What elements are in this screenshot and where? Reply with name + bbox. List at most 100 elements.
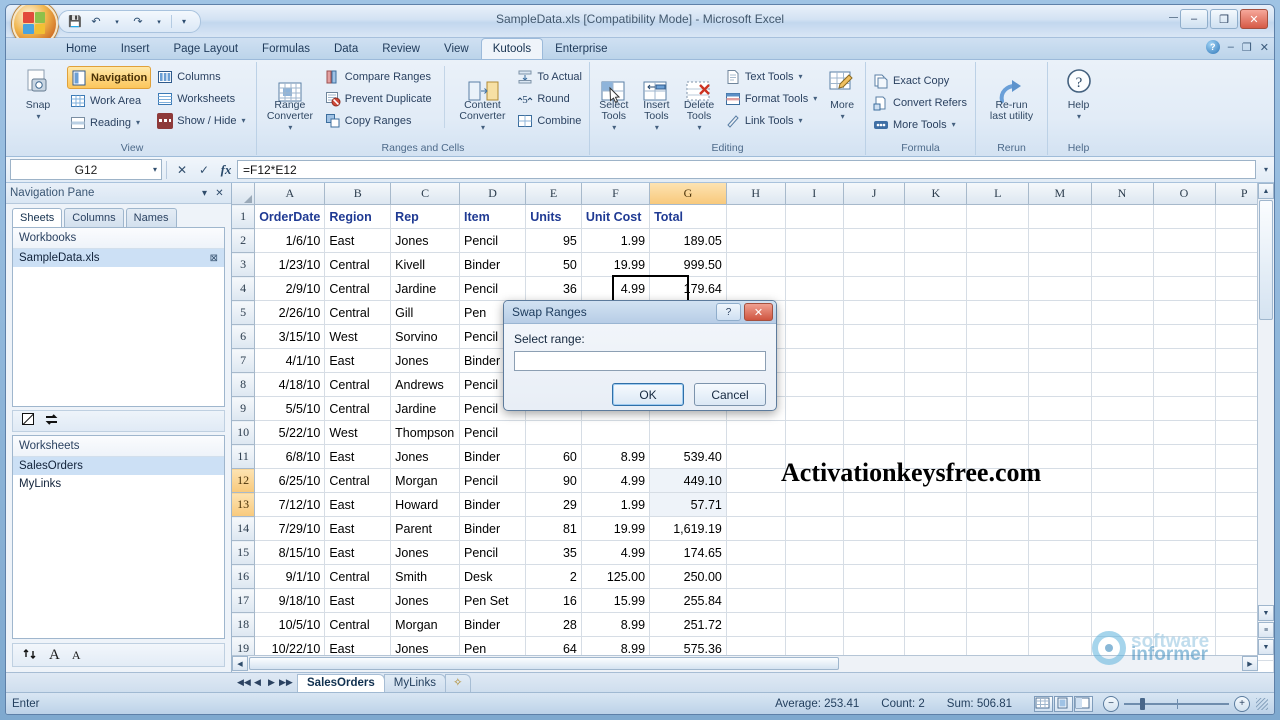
navigation-pane-menu-icon[interactable]: ▾ bbox=[197, 188, 212, 199]
cell-E17[interactable]: 16 bbox=[525, 588, 582, 613]
cell-N13[interactable] bbox=[1091, 492, 1154, 517]
combine-button[interactable]: Combine bbox=[514, 110, 585, 131]
column-header-n[interactable]: N bbox=[1091, 183, 1154, 205]
dialog-close-button[interactable]: ✕ bbox=[744, 303, 773, 321]
new-window-icon[interactable] bbox=[21, 412, 36, 430]
cell-J6[interactable] bbox=[843, 324, 906, 349]
cell-M7[interactable] bbox=[1028, 348, 1092, 373]
cell-N14[interactable] bbox=[1091, 516, 1154, 541]
cell-I9[interactable] bbox=[785, 396, 844, 421]
zoom-slider[interactable]: − + bbox=[1103, 695, 1250, 712]
text-tools-button[interactable]: Text Tools ▾ bbox=[722, 66, 820, 87]
cell-E1[interactable]: Units bbox=[525, 204, 582, 229]
cell-H10[interactable] bbox=[726, 420, 786, 445]
cell-I15[interactable] bbox=[785, 540, 844, 565]
insert-function-icon[interactable]: fx bbox=[215, 160, 237, 179]
row-header-4[interactable]: 4 bbox=[232, 276, 256, 301]
cell-G12[interactable]: 449.10 bbox=[649, 468, 727, 493]
spreadsheet-grid[interactable]: ABCDEFGHIJKLMNOP 1 OrderDate Region Rep Item… bbox=[232, 183, 1274, 672]
scroll-up-button[interactable]: ▲ bbox=[1258, 183, 1274, 199]
cell-H12[interactable] bbox=[726, 468, 786, 493]
cell-H4[interactable] bbox=[726, 276, 786, 301]
horizontal-scroll-thumb[interactable] bbox=[249, 657, 839, 670]
cell-L2[interactable] bbox=[966, 228, 1030, 253]
cell-J5[interactable] bbox=[843, 300, 906, 325]
cell-B16[interactable]: Central bbox=[324, 564, 392, 589]
cell-M17[interactable] bbox=[1028, 588, 1092, 613]
content-converter-caret-icon[interactable]: ▾ bbox=[481, 122, 485, 133]
cell-H16[interactable] bbox=[726, 564, 786, 589]
show-hide-button[interactable]: Show / Hide ▾ bbox=[154, 110, 248, 131]
cell-C2[interactable]: Jones bbox=[390, 228, 460, 253]
cell-D1[interactable]: Item bbox=[459, 204, 527, 229]
cell-L8[interactable] bbox=[966, 372, 1030, 397]
maximize-button[interactable]: ❐ bbox=[1210, 9, 1238, 29]
cell-O12[interactable] bbox=[1153, 468, 1216, 493]
format-tools-button[interactable]: Format Tools ▾ bbox=[722, 88, 820, 109]
column-header-m[interactable]: M bbox=[1028, 183, 1092, 205]
zoom-in-button[interactable]: + bbox=[1234, 695, 1250, 712]
cell-K17[interactable] bbox=[904, 588, 968, 613]
cell-E11[interactable]: 60 bbox=[525, 444, 582, 469]
cell-M3[interactable] bbox=[1028, 252, 1092, 277]
column-header-j[interactable]: J bbox=[843, 183, 906, 205]
help-icon[interactable]: ? bbox=[1205, 40, 1220, 54]
cell-C15[interactable]: Jones bbox=[390, 540, 460, 565]
cell-A7[interactable]: 4/1/10 bbox=[254, 348, 326, 373]
vertical-scroll-thumb[interactable] bbox=[1259, 200, 1273, 320]
select-range-input[interactable] bbox=[514, 351, 766, 371]
name-box[interactable]: G12 ▾ bbox=[10, 159, 162, 180]
cell-G10[interactable] bbox=[649, 420, 727, 445]
scroll-right-button[interactable]: ▶ bbox=[1242, 656, 1258, 671]
cell-E15[interactable]: 35 bbox=[525, 540, 582, 565]
cell-G15[interactable]: 174.65 bbox=[649, 540, 727, 565]
cell-A12[interactable]: 6/25/10 bbox=[254, 468, 326, 493]
ok-button[interactable]: OK bbox=[612, 383, 684, 406]
cell-C8[interactable]: Andrews bbox=[390, 372, 460, 397]
cell-I18[interactable] bbox=[785, 612, 844, 637]
cell-O10[interactable] bbox=[1153, 420, 1216, 445]
row-header-9[interactable]: 9 bbox=[232, 396, 256, 421]
cell-O2[interactable] bbox=[1153, 228, 1216, 253]
row-header-2[interactable]: 2 bbox=[232, 228, 256, 253]
column-header-i[interactable]: I bbox=[785, 183, 844, 205]
cell-G2[interactable]: 189.05 bbox=[649, 228, 727, 253]
cell-N8[interactable] bbox=[1091, 372, 1154, 397]
cell-D2[interactable]: Pencil bbox=[459, 228, 527, 253]
cell-N5[interactable] bbox=[1091, 300, 1154, 325]
cell-J1[interactable] bbox=[843, 204, 906, 229]
cell-D11[interactable]: Binder bbox=[459, 444, 527, 469]
cell-L15[interactable] bbox=[966, 540, 1030, 565]
cell-L13[interactable] bbox=[966, 492, 1030, 517]
column-header-h[interactable]: H bbox=[726, 183, 786, 205]
link-tools-button[interactable]: Link Tools ▾ bbox=[722, 110, 820, 131]
range-converter-caret-icon[interactable]: ▾ bbox=[288, 122, 292, 133]
cell-M14[interactable] bbox=[1028, 516, 1092, 541]
exact-copy-button[interactable]: Exact Copy bbox=[870, 70, 970, 91]
close-button[interactable]: ✕ bbox=[1240, 9, 1268, 29]
cell-F14[interactable]: 19.99 bbox=[581, 516, 651, 541]
cell-L5[interactable] bbox=[966, 300, 1030, 325]
cell-B17[interactable]: East bbox=[324, 588, 392, 613]
sheet-tab-mylinks[interactable]: MyLinks bbox=[383, 673, 446, 692]
cell-J8[interactable] bbox=[843, 372, 906, 397]
cell-H14[interactable] bbox=[726, 516, 786, 541]
page-break-view-button[interactable] bbox=[1074, 695, 1093, 712]
formula-input[interactable]: =F12*E12 bbox=[237, 160, 1256, 179]
cell-M13[interactable] bbox=[1028, 492, 1092, 517]
row-header-1[interactable]: 1 bbox=[232, 204, 256, 229]
decrease-font-icon[interactable]: A bbox=[72, 648, 81, 663]
cell-O7[interactable] bbox=[1153, 348, 1216, 373]
cell-M9[interactable] bbox=[1028, 396, 1092, 421]
cell-D18[interactable]: Binder bbox=[459, 612, 527, 637]
cell-N16[interactable] bbox=[1091, 564, 1154, 589]
cell-L4[interactable] bbox=[966, 276, 1030, 301]
cell-G11[interactable]: 539.40 bbox=[649, 444, 727, 469]
cell-J7[interactable] bbox=[843, 348, 906, 373]
insert-worksheet-button[interactable]: ✧ bbox=[444, 673, 471, 692]
help-caret-icon[interactable]: ▾ bbox=[1077, 111, 1081, 122]
cell-I8[interactable] bbox=[785, 372, 844, 397]
cell-K16[interactable] bbox=[904, 564, 968, 589]
cell-E12[interactable]: 90 bbox=[525, 468, 582, 493]
cell-K4[interactable] bbox=[904, 276, 968, 301]
